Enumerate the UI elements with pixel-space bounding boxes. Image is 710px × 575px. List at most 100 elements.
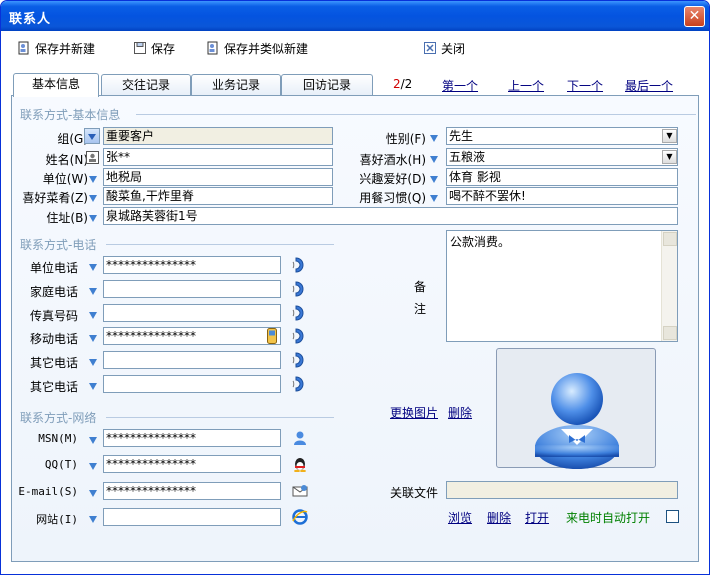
phone-label: 传真号码 xyxy=(29,309,78,323)
contact-card-icon xyxy=(86,151,99,164)
gender-label: 性别(F) xyxy=(385,132,426,146)
network-label: QQ(T) xyxy=(44,458,78,471)
qq-icon[interactable] xyxy=(292,456,308,472)
open-file-link[interactable]: 打开 xyxy=(525,509,549,526)
dial-phone-icon[interactable] xyxy=(292,376,306,392)
browse-link[interactable]: 浏览 xyxy=(448,509,472,526)
drink-select[interactable]: 五粮液 xyxy=(446,148,678,166)
delete-photo-link[interactable]: 删除 xyxy=(448,404,472,421)
close-label: 关闭 xyxy=(441,41,466,56)
name-field[interactable]: 张** xyxy=(103,148,333,166)
address-label: 住址(B) xyxy=(46,211,88,225)
network-field[interactable] xyxy=(103,508,281,526)
dial-phone-icon[interactable] xyxy=(292,305,306,321)
section-phone-title: 联系方式-电话 xyxy=(20,238,97,252)
company-field[interactable]: 地税局 xyxy=(103,168,333,186)
close-window-button[interactable]: ✕ xyxy=(684,6,705,27)
group-dropdown-button[interactable] xyxy=(84,128,100,144)
phone-field[interactable] xyxy=(103,375,281,393)
phone-arrow-icon xyxy=(89,359,97,366)
section-network-title: 联系方式-网络 xyxy=(20,411,97,425)
gender-select[interactable]: 先生 xyxy=(446,127,678,145)
save-similar-icon xyxy=(207,41,218,55)
tab-basic-info[interactable]: 基本信息 xyxy=(13,73,99,97)
change-photo-link[interactable]: 更换图片 xyxy=(390,404,438,421)
auto-open-label: 来电时自动打开 xyxy=(566,511,651,525)
next-link[interactable]: 下一个 xyxy=(567,79,603,93)
address-field[interactable]: 泉城路芙蓉街1号 xyxy=(103,207,678,225)
section-basic-divider xyxy=(136,114,696,115)
network-field[interactable]: *************** xyxy=(103,482,281,500)
section-basic-title: 联系方式-基本信息 xyxy=(20,108,121,122)
group-field[interactable]: 重要客户 xyxy=(103,127,333,145)
save-similar-button[interactable]: 保存并类似新建 xyxy=(206,39,308,57)
dining-arrow-icon xyxy=(430,195,438,202)
basic-info-panel: 联系方式-基本信息 组(G) 重要客户 姓名(N) 张** 单位(W) 地税局 … xyxy=(11,95,699,562)
tab-business-records[interactable]: 业务记录 xyxy=(191,74,281,96)
dial-phone-icon[interactable] xyxy=(292,352,306,368)
phone-field[interactable]: *************** xyxy=(103,256,281,274)
network-field[interactable]: *************** xyxy=(103,429,281,447)
last-link[interactable]: 最后一个 xyxy=(625,79,673,93)
phone-field[interactable] xyxy=(103,351,281,369)
save-label: 保存 xyxy=(151,41,176,56)
drink-label: 喜好酒水(H) xyxy=(359,153,426,167)
prev-link[interactable]: 上一个 xyxy=(508,79,544,93)
scroll-down-button[interactable] xyxy=(663,326,677,340)
mobile-phone-icon[interactable] xyxy=(266,328,278,344)
gender-arrow-icon xyxy=(430,135,438,142)
phone-field[interactable]: *************** xyxy=(103,327,281,345)
company-arrow-icon xyxy=(89,176,97,183)
remarks-scrollbar[interactable] xyxy=(661,231,677,341)
phone-label: 单位电话 xyxy=(29,261,78,275)
hobby-arrow-icon xyxy=(430,176,438,183)
network-arrow-icon xyxy=(89,490,97,497)
close-button[interactable]: 关闭 xyxy=(423,39,465,57)
dial-phone-icon[interactable] xyxy=(292,257,306,273)
remarks-value: 公款消费。 xyxy=(450,235,511,249)
save-and-new-label: 保存并新建 xyxy=(35,41,96,56)
dial-phone-icon[interactable] xyxy=(292,328,306,344)
dish-arrow-icon xyxy=(89,195,97,202)
scroll-up-button[interactable] xyxy=(663,232,677,246)
phone-arrow-icon xyxy=(89,288,97,295)
dial-phone-icon[interactable] xyxy=(292,281,306,297)
save-new-icon xyxy=(18,41,29,55)
contact-photo[interactable] xyxy=(496,348,656,469)
ie-icon[interactable] xyxy=(292,509,308,525)
save-icon xyxy=(134,42,146,54)
section-network-divider xyxy=(106,417,334,418)
current-index: 2 xyxy=(393,77,401,91)
save-button[interactable]: 保存 xyxy=(133,39,175,57)
remarks-textarea[interactable]: 公款消费。 xyxy=(446,230,678,342)
phone-arrow-icon xyxy=(89,383,97,390)
auto-open-checkbox[interactable] xyxy=(666,510,679,523)
gender-value: 先生 xyxy=(449,129,474,143)
dining-field[interactable]: 喝不醉不罢休! xyxy=(446,187,678,205)
dish-field[interactable]: 酸菜鱼,干炸里脊 xyxy=(103,187,333,205)
network-label: 网站(I) xyxy=(36,513,78,526)
drink-dropdown-button[interactable]: ▼ xyxy=(662,150,677,164)
hobby-field[interactable]: 体育 影视 xyxy=(446,168,678,186)
delete-file-link[interactable]: 删除 xyxy=(487,509,511,526)
tab-interaction-records[interactable]: 交往记录 xyxy=(101,74,191,96)
save-similar-label: 保存并类似新建 xyxy=(224,41,309,56)
phone-field[interactable] xyxy=(103,280,281,298)
total-count: /2 xyxy=(400,77,413,91)
first-link[interactable]: 第一个 xyxy=(442,79,478,93)
tab-followup-records[interactable]: 回访记录 xyxy=(281,74,373,96)
network-arrow-icon xyxy=(89,437,97,444)
remarks-label-1: 备 xyxy=(414,280,427,294)
msn-icon[interactable] xyxy=(292,430,308,446)
related-files-field[interactable] xyxy=(446,481,678,499)
email-icon[interactable] xyxy=(292,483,308,499)
save-and-new-button[interactable]: 保存并新建 xyxy=(17,39,95,57)
phone-arrow-icon xyxy=(89,312,97,319)
dish-label: 喜好菜肴(Z) xyxy=(22,191,88,205)
gender-dropdown-button[interactable]: ▼ xyxy=(662,129,677,143)
phone-field[interactable] xyxy=(103,304,281,322)
phone-label: 移动电话 xyxy=(29,332,78,346)
related-files-label: 关联文件 xyxy=(390,486,439,500)
network-field[interactable]: *************** xyxy=(103,455,281,473)
toolbar: 保存并新建 保存 保存并类似新建 关闭 xyxy=(1,31,709,65)
